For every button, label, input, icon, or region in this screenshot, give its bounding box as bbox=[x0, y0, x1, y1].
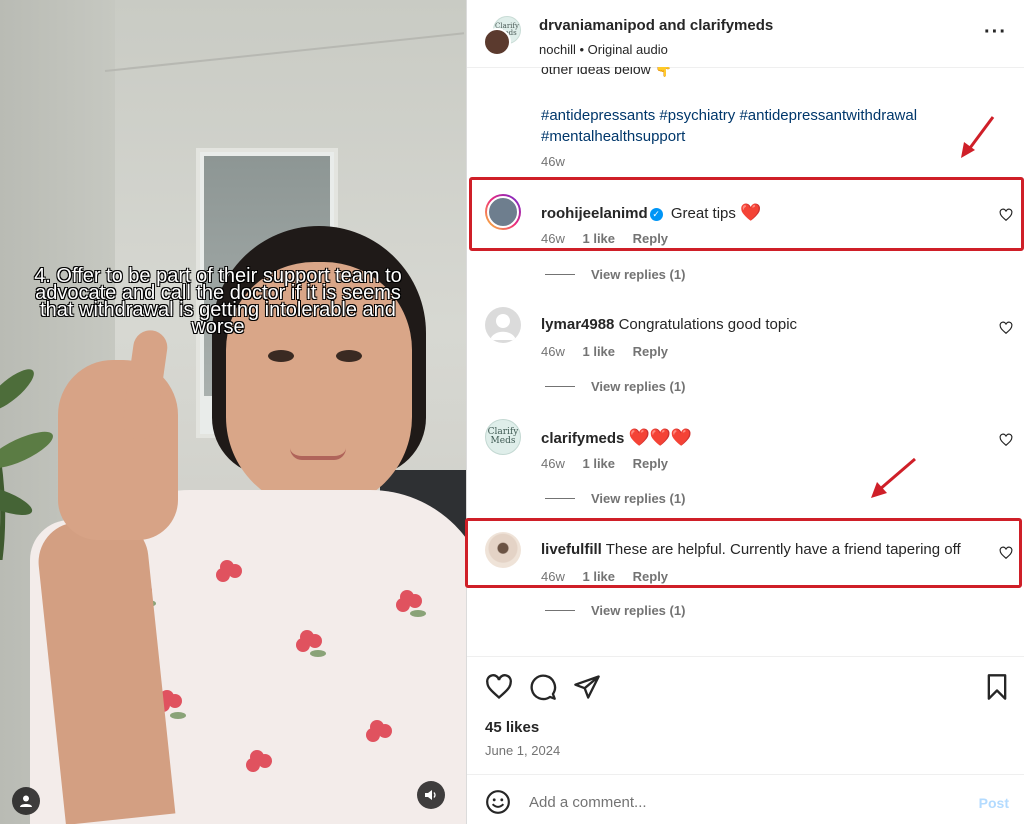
more-options-button[interactable]: ··· bbox=[984, 22, 1007, 42]
speaker-icon bbox=[425, 790, 436, 800]
ceiling-edge bbox=[104, 32, 465, 72]
default-user-icon bbox=[490, 314, 516, 340]
person-mouth bbox=[290, 448, 346, 460]
post-header: Clarify Meds drvaniamanipod and clarifym… bbox=[467, 0, 1024, 68]
comment-bubble-icon[interactable] bbox=[529, 673, 557, 701]
comment-item: Clarify Meds clarifymeds ❤️❤️❤️ 46w 1 li… bbox=[467, 419, 1024, 489]
comment-time: 46w bbox=[541, 456, 565, 471]
collab-avatars[interactable]: Clarify Meds bbox=[483, 16, 525, 58]
avatar[interactable]: Clarify Meds bbox=[485, 419, 521, 455]
comment-composer: Post bbox=[467, 774, 1024, 824]
comment-item: lymar4988 Congratulations good topic 46w… bbox=[467, 307, 1024, 377]
highlight-box bbox=[465, 518, 1022, 588]
view-replies-button[interactable]: View replies (1) bbox=[545, 491, 685, 506]
post-actions-bar: 45 likes June 1, 2024 bbox=[467, 656, 1024, 774]
audio-link[interactable]: nochill • Original audio bbox=[539, 42, 668, 57]
heart-outline-icon[interactable] bbox=[999, 433, 1013, 447]
reel-video[interactable]: 4. Offer to be part of their support tea… bbox=[0, 0, 466, 824]
bookmark-icon[interactable] bbox=[983, 673, 1011, 701]
post-date: June 1, 2024 bbox=[485, 743, 561, 758]
user-icon bbox=[20, 795, 32, 807]
post-comment-button[interactable]: Post bbox=[979, 795, 1009, 811]
drvaniamanipod-avatar bbox=[483, 28, 511, 56]
comment-time: 46w bbox=[541, 344, 565, 359]
person-eye-left bbox=[268, 350, 294, 362]
reply-button[interactable]: Reply bbox=[633, 456, 668, 471]
caption-hashtags[interactable]: #antidepressants #psychiatry #antidepres… bbox=[541, 105, 981, 147]
comment-text-line: clarifymeds ❤️❤️❤️ bbox=[541, 428, 692, 448]
highlight-box bbox=[469, 177, 1024, 251]
view-replies-button[interactable]: View replies (1) bbox=[545, 267, 685, 282]
comment-username[interactable]: clarifymeds bbox=[541, 430, 624, 447]
reply-button[interactable]: Reply bbox=[633, 344, 668, 359]
comment-username[interactable]: lymar4988 bbox=[541, 316, 614, 333]
view-replies-button[interactable]: View replies (1) bbox=[545, 603, 685, 618]
caption-timestamp: 46w bbox=[541, 154, 565, 169]
post-details-panel: Clarify Meds drvaniamanipod and clarifym… bbox=[465, 0, 1024, 824]
person-eye-right bbox=[336, 350, 362, 362]
post-authors[interactable]: drvaniamanipod and clarifymeds bbox=[539, 17, 773, 34]
comment-likes[interactable]: 1 like bbox=[582, 456, 615, 471]
comment-likes[interactable]: 1 like bbox=[582, 344, 615, 359]
share-send-icon[interactable] bbox=[573, 673, 601, 701]
comment-meta: 46w 1 like Reply bbox=[541, 456, 682, 471]
emoji-icon[interactable] bbox=[485, 789, 511, 815]
avatar[interactable] bbox=[485, 307, 521, 343]
annotation-arrow-icon bbox=[961, 116, 995, 158]
heart-outline-icon[interactable] bbox=[999, 321, 1013, 335]
tagged-user-button[interactable] bbox=[12, 787, 40, 815]
more-horizontal-icon: ··· bbox=[984, 21, 1007, 43]
heart-outline-icon[interactable] bbox=[485, 673, 513, 701]
caption-fragment: other ideas below 👇 bbox=[541, 67, 673, 77]
comment-text-line: lymar4988 Congratulations good topic bbox=[541, 316, 797, 333]
comment-input[interactable] bbox=[529, 787, 959, 817]
comment-emoji: ❤️❤️❤️ bbox=[628, 428, 693, 447]
annotation-arrow-icon bbox=[871, 457, 916, 498]
likes-count[interactable]: 45 likes bbox=[485, 719, 539, 736]
comment-meta: 46w 1 like Reply bbox=[541, 344, 682, 359]
view-replies-button[interactable]: View replies (1) bbox=[545, 379, 685, 394]
comment-text: Congratulations good topic bbox=[618, 316, 798, 333]
video-overlay-text: 4. Offer to be part of their support tea… bbox=[34, 265, 402, 338]
sound-toggle-button[interactable] bbox=[417, 781, 445, 809]
